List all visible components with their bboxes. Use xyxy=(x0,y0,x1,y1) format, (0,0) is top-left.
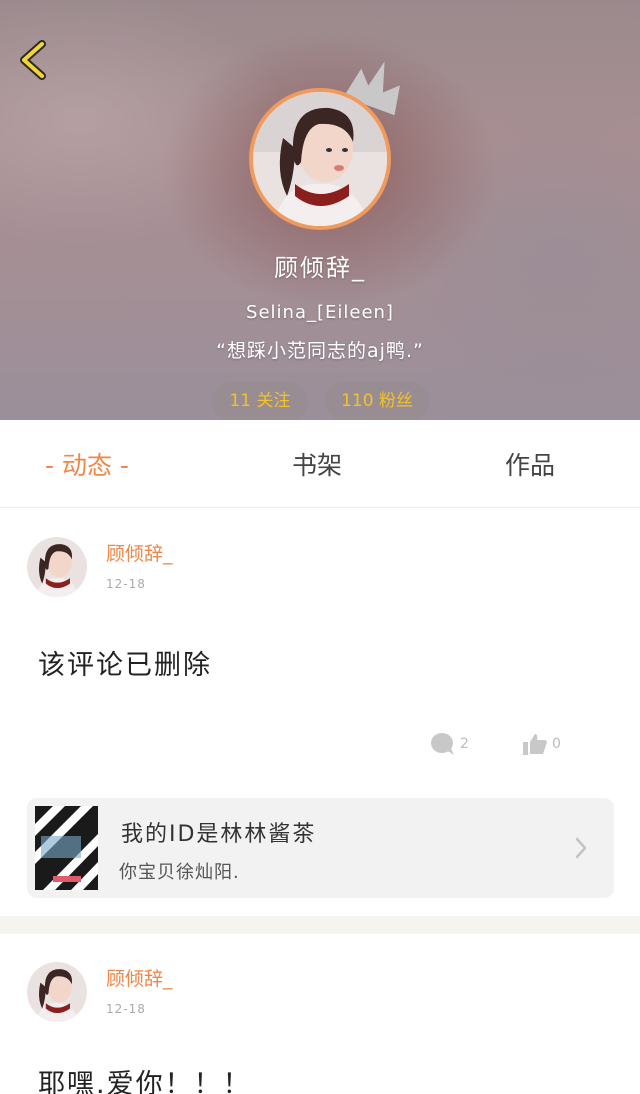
feed-post: 顾倾辞_ 12-18 耶嘿.爱你！！！ xyxy=(0,934,640,1094)
tab-works[interactable]: 作品 xyxy=(505,420,555,508)
following-count-button[interactable]: 11 关注 xyxy=(212,381,308,420)
back-button[interactable] xyxy=(14,36,58,84)
like-button[interactable]: 0 xyxy=(522,729,561,759)
post-content: 耶嘿.爱你！！！ xyxy=(38,1069,252,1094)
feed-post: 顾倾辞_ 12-18 该评论已删除 2 0 我的ID是林林酱茶 你宝贝徐灿阳. xyxy=(0,509,640,916)
back-arrow-icon xyxy=(20,40,46,80)
profile-header: 顾倾辞_ Selina_[Eileen] “想踩小范同志的aj鸭.” 11 关注… xyxy=(0,0,640,420)
post-divider xyxy=(0,916,640,934)
post-author-name[interactable]: 顾倾辞_ xyxy=(106,539,173,566)
profile-signature: “想踩小范同志的aj鸭.” xyxy=(216,340,424,362)
profile-avatar[interactable] xyxy=(249,88,391,230)
avatar-image xyxy=(27,962,87,1022)
chevron-right-icon xyxy=(575,837,587,859)
post-content: 该评论已删除 xyxy=(38,650,212,681)
tab-bookshelf[interactable]: 书架 xyxy=(292,420,342,508)
avatar-image xyxy=(27,537,87,597)
profile-tabs: - 动态 - 书架 作品 xyxy=(0,420,640,508)
post-author-avatar[interactable] xyxy=(27,962,87,1022)
thumbs-up-icon xyxy=(523,734,547,755)
post-author-name[interactable]: 顾倾辞_ xyxy=(106,964,173,991)
book-card[interactable]: 我的ID是林林酱茶 你宝贝徐灿阳. xyxy=(27,798,614,898)
tab-feed[interactable]: - 动态 - xyxy=(45,420,129,508)
comment-count: 2 xyxy=(460,736,469,752)
comment-icon xyxy=(431,733,454,755)
avatar-image xyxy=(253,92,387,226)
post-date: 12-18 xyxy=(106,1002,146,1016)
like-count: 0 xyxy=(552,736,561,752)
post-author-avatar[interactable] xyxy=(27,537,87,597)
profile-subname: Selina_[Eileen] xyxy=(246,302,394,323)
book-cover-image xyxy=(35,806,98,890)
comment-button[interactable]: 2 xyxy=(430,729,469,759)
fans-count-button[interactable]: 110 粉丝 xyxy=(325,381,429,420)
post-date: 12-18 xyxy=(106,577,146,591)
book-title: 我的ID是林林酱茶 xyxy=(121,822,317,847)
book-subtitle: 你宝贝徐灿阳. xyxy=(119,862,240,883)
profile-username: 顾倾辞_ xyxy=(274,254,366,282)
